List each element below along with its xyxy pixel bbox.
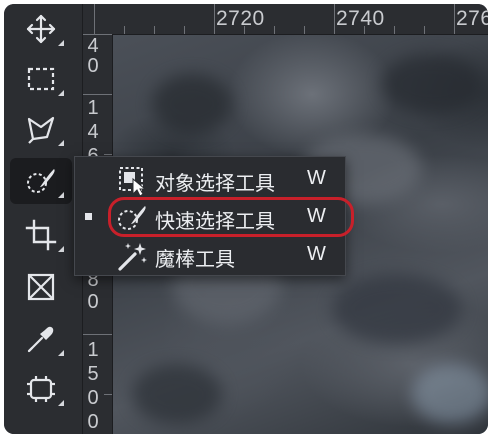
ruler-tick — [154, 26, 155, 34]
selection-tools-flyout-menu: 对象选择工具 W 快速选择工具 W 魔棒工具 W — [74, 156, 346, 276]
ruler-digit: 0 — [87, 291, 99, 313]
menu-item-label: 快速选择工具 — [155, 211, 275, 233]
ruler-digit: 0 — [87, 411, 99, 433]
submenu-indicator — [58, 192, 64, 198]
move-icon — [26, 14, 56, 44]
ruler-digit: 4 — [87, 35, 99, 57]
selected-indicator — [85, 213, 92, 220]
marquee-tool-button[interactable] — [10, 56, 72, 102]
move-tool-button[interactable] — [10, 6, 72, 52]
menu-item-object-selection[interactable]: 对象选择工具 W — [75, 161, 345, 197]
ruler-tick — [104, 394, 112, 395]
lasso-tool-button[interactable] — [10, 106, 72, 152]
patch-tool-button[interactable] — [10, 366, 72, 412]
ruler-label: 2720 — [216, 7, 265, 30]
ruler-tick — [424, 26, 425, 34]
crop-tool-button[interactable] — [10, 212, 72, 258]
quick-selection-tool-button[interactable] — [10, 158, 72, 204]
ruler-label: 276 — [456, 7, 488, 30]
ruler-digit: 1 — [87, 97, 99, 119]
submenu-indicator — [58, 40, 64, 46]
patch-icon — [27, 376, 55, 402]
submenu-indicator — [58, 350, 64, 356]
photoshop-window: 2720 2740 276 4 0 1 4 6 8 0 1 5 0 0 — [4, 4, 488, 434]
submenu-indicator — [58, 140, 64, 146]
eyedropper-icon — [27, 326, 54, 353]
ruler-tick — [184, 26, 185, 34]
frame-tool-button[interactable] — [10, 264, 72, 310]
magic-wand-icon — [118, 243, 147, 271]
frame-icon — [27, 273, 55, 301]
menu-item-shortcut: W — [307, 205, 326, 227]
submenu-indicator — [58, 246, 64, 252]
menu-item-shortcut: W — [307, 243, 326, 265]
horizontal-ruler[interactable]: 2720 2740 276 — [82, 4, 488, 35]
quick-selection-icon — [27, 169, 55, 193]
submenu-indicator — [58, 400, 64, 406]
polygonal-lasso-icon — [27, 116, 55, 144]
ruler-tick — [124, 26, 125, 34]
eyedropper-tool-button[interactable] — [10, 316, 72, 362]
ruler-tick — [304, 26, 305, 34]
ruler-digit: 0 — [87, 387, 99, 409]
ruler-digit: 1 — [87, 339, 99, 361]
menu-item-magic-wand[interactable]: 魔棒工具 W — [75, 237, 345, 273]
ruler-digit: 4 — [87, 121, 99, 143]
ruler-tick — [94, 4, 95, 34]
quick-selection-icon — [118, 206, 146, 230]
ruler-tick — [394, 26, 395, 34]
rectangular-marquee-icon — [27, 67, 55, 91]
submenu-indicator — [58, 90, 64, 96]
crop-icon — [25, 219, 57, 251]
ruler-tick — [82, 94, 112, 95]
ruler-tick — [274, 26, 275, 34]
menu-item-quick-selection[interactable]: 快速选择工具 W — [75, 199, 345, 235]
ruler-tick — [454, 4, 455, 34]
menu-item-label: 对象选择工具 — [155, 173, 275, 195]
menu-item-shortcut: W — [307, 167, 326, 189]
ruler-tick — [334, 4, 335, 34]
ruler-digit: 0 — [87, 55, 99, 77]
ruler-tick — [214, 4, 215, 34]
ruler-tick — [104, 154, 112, 155]
ruler-label: 2740 — [336, 7, 385, 30]
tools-panel — [4, 4, 83, 434]
menu-item-label: 魔棒工具 — [155, 249, 235, 271]
object-selection-icon — [119, 167, 147, 197]
ruler-tick — [82, 334, 112, 335]
ruler-digit: 5 — [87, 363, 99, 385]
